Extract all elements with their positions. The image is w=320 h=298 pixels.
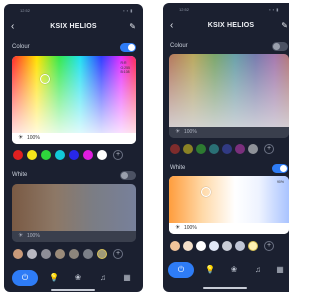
- swatch-neutral[interactable]: [27, 249, 37, 259]
- colour-swatches: +: [170, 144, 289, 154]
- swatch-cyan[interactable]: [55, 150, 65, 160]
- status-bar: 12:52 ▪ ▪ ▮: [4, 7, 143, 15]
- white-brightness-slider[interactable]: ☀ 100%: [169, 223, 289, 234]
- colour-palette[interactable]: [12, 56, 136, 133]
- status-time: 12:52: [20, 8, 31, 13]
- music-icon[interactable]: ♫: [92, 270, 114, 286]
- status-bar: 12:52 ▪ ▪ ▮: [163, 6, 289, 14]
- white-temperature-value: 90%: [276, 180, 284, 184]
- swatch-grey[interactable]: [222, 241, 232, 251]
- swatch-cool[interactable]: [196, 241, 206, 251]
- swatch-neutral[interactable]: [183, 241, 193, 251]
- bottom-nav: ⏻ 💡 ❀ ♫ ▦: [163, 262, 289, 280]
- edit-icon[interactable]: ✎: [281, 20, 288, 32]
- rgb-readout: R:R G:255 B:108: [120, 61, 130, 75]
- add-colour-button[interactable]: +: [113, 150, 123, 160]
- swatch-blue[interactable]: [69, 150, 79, 160]
- white-picker-card: 90% ☀ 100%: [169, 176, 289, 234]
- swatch-red[interactable]: [13, 150, 23, 160]
- white-brightness-value: 100%: [27, 233, 40, 239]
- bulb-icon[interactable]: 💡: [199, 262, 221, 278]
- device-title: KSIX HELIOS: [50, 23, 97, 30]
- power-icon[interactable]: ⏻: [12, 270, 38, 286]
- swatch-warm[interactable]: [170, 241, 180, 251]
- swatch-cyan[interactable]: [209, 144, 219, 154]
- bottom-nav: ⏻ 💡 ❀ ♫ ▦: [4, 270, 143, 288]
- palette-icon[interactable]: ❀: [67, 270, 89, 286]
- colour-picker-card: R:R G:255 B:108 ☀ 100%: [12, 56, 136, 144]
- colour-brightness-value: 100%: [184, 129, 197, 135]
- swatch-yellow[interactable]: [27, 150, 37, 160]
- swatch-selected[interactable]: [248, 241, 258, 251]
- colour-picker-handle[interactable]: [40, 74, 50, 84]
- swatch-yellow[interactable]: [183, 144, 193, 154]
- swatch-warm-dim[interactable]: [55, 249, 65, 259]
- header: ‹ KSIX HELIOS ✎: [4, 21, 143, 35]
- grid-icon[interactable]: ▦: [269, 262, 289, 278]
- colour-toggle[interactable]: [120, 43, 136, 52]
- swatch-selected[interactable]: [97, 249, 107, 259]
- rgb-b: B:108: [120, 70, 130, 74]
- colour-label: Colour: [170, 43, 188, 49]
- colour-swatches: +: [13, 150, 135, 160]
- white-brightness-slider[interactable]: ☀ 100%: [12, 231, 136, 242]
- swatch-red[interactable]: [170, 144, 180, 154]
- white-label: White: [12, 172, 28, 178]
- white-brightness-value: 100%: [184, 225, 197, 231]
- swatch-green[interactable]: [41, 150, 51, 160]
- swatch-slate[interactable]: [235, 241, 245, 251]
- grid-icon[interactable]: ▦: [116, 270, 138, 286]
- swatch-magenta[interactable]: [83, 150, 93, 160]
- white-palette[interactable]: [12, 184, 136, 231]
- colour-brightness-value: 100%: [27, 135, 40, 141]
- bulb-icon[interactable]: 💡: [43, 270, 65, 286]
- colour-picker-card: ☀ 100%: [169, 54, 289, 138]
- swatch-warm[interactable]: [13, 249, 23, 259]
- white-swatches: +: [13, 249, 135, 259]
- device-title: KSIX HELIOS: [207, 22, 255, 29]
- white-toggle[interactable]: [272, 164, 288, 173]
- colour-brightness-slider[interactable]: ☀ 100%: [12, 133, 136, 144]
- phone-screen-white-mode: 12:52 ▪ ▪ ▮ ‹ KSIX HELIOS ✎ Colour ☀ 100…: [163, 3, 289, 292]
- colour-palette[interactable]: [169, 54, 289, 127]
- sun-icon: ☀: [18, 233, 24, 239]
- home-indicator: [51, 289, 95, 291]
- status-time: 12:52: [179, 7, 190, 12]
- swatch-cool[interactable]: [41, 249, 51, 259]
- power-icon[interactable]: ⏻: [168, 262, 194, 278]
- swatch-white[interactable]: [97, 150, 107, 160]
- edit-icon[interactable]: ✎: [129, 21, 136, 33]
- header: ‹ KSIX HELIOS ✎: [163, 20, 289, 34]
- sun-icon: ☀: [175, 129, 181, 135]
- swatch-green[interactable]: [196, 144, 206, 154]
- colour-label: Colour: [12, 44, 30, 50]
- music-icon[interactable]: ♫: [247, 262, 269, 278]
- status-icons: ▪ ▪ ▮: [269, 7, 279, 12]
- swatch-warm-dim[interactable]: [209, 241, 219, 251]
- white-palette[interactable]: [169, 176, 289, 223]
- swatch-white[interactable]: [248, 144, 258, 154]
- white-picker-card: ☀ 100%: [12, 184, 136, 242]
- white-swatches: +: [170, 241, 289, 251]
- sun-icon: ☀: [175, 225, 181, 231]
- add-colour-button[interactable]: +: [264, 144, 274, 154]
- white-toggle[interactable]: [120, 171, 136, 180]
- status-icons: ▪ ▪ ▮: [123, 8, 133, 13]
- add-white-button[interactable]: +: [264, 241, 274, 251]
- swatch-blue[interactable]: [222, 144, 232, 154]
- swatch-grey[interactable]: [69, 249, 79, 259]
- white-picker-handle[interactable]: [201, 187, 211, 197]
- sun-icon: ☀: [18, 135, 24, 141]
- colour-toggle[interactable]: [272, 42, 288, 51]
- colour-brightness-slider[interactable]: ☀ 100%: [169, 127, 289, 138]
- palette-icon[interactable]: ❀: [223, 262, 245, 278]
- phone-screen-colour-mode: 12:52 ▪ ▪ ▮ ‹ KSIX HELIOS ✎ Colour R:R G…: [4, 4, 143, 292]
- white-label: White: [170, 165, 186, 171]
- home-indicator: [203, 287, 247, 289]
- swatch-magenta[interactable]: [235, 144, 245, 154]
- add-white-button[interactable]: +: [113, 249, 123, 259]
- swatch-slate[interactable]: [83, 249, 93, 259]
